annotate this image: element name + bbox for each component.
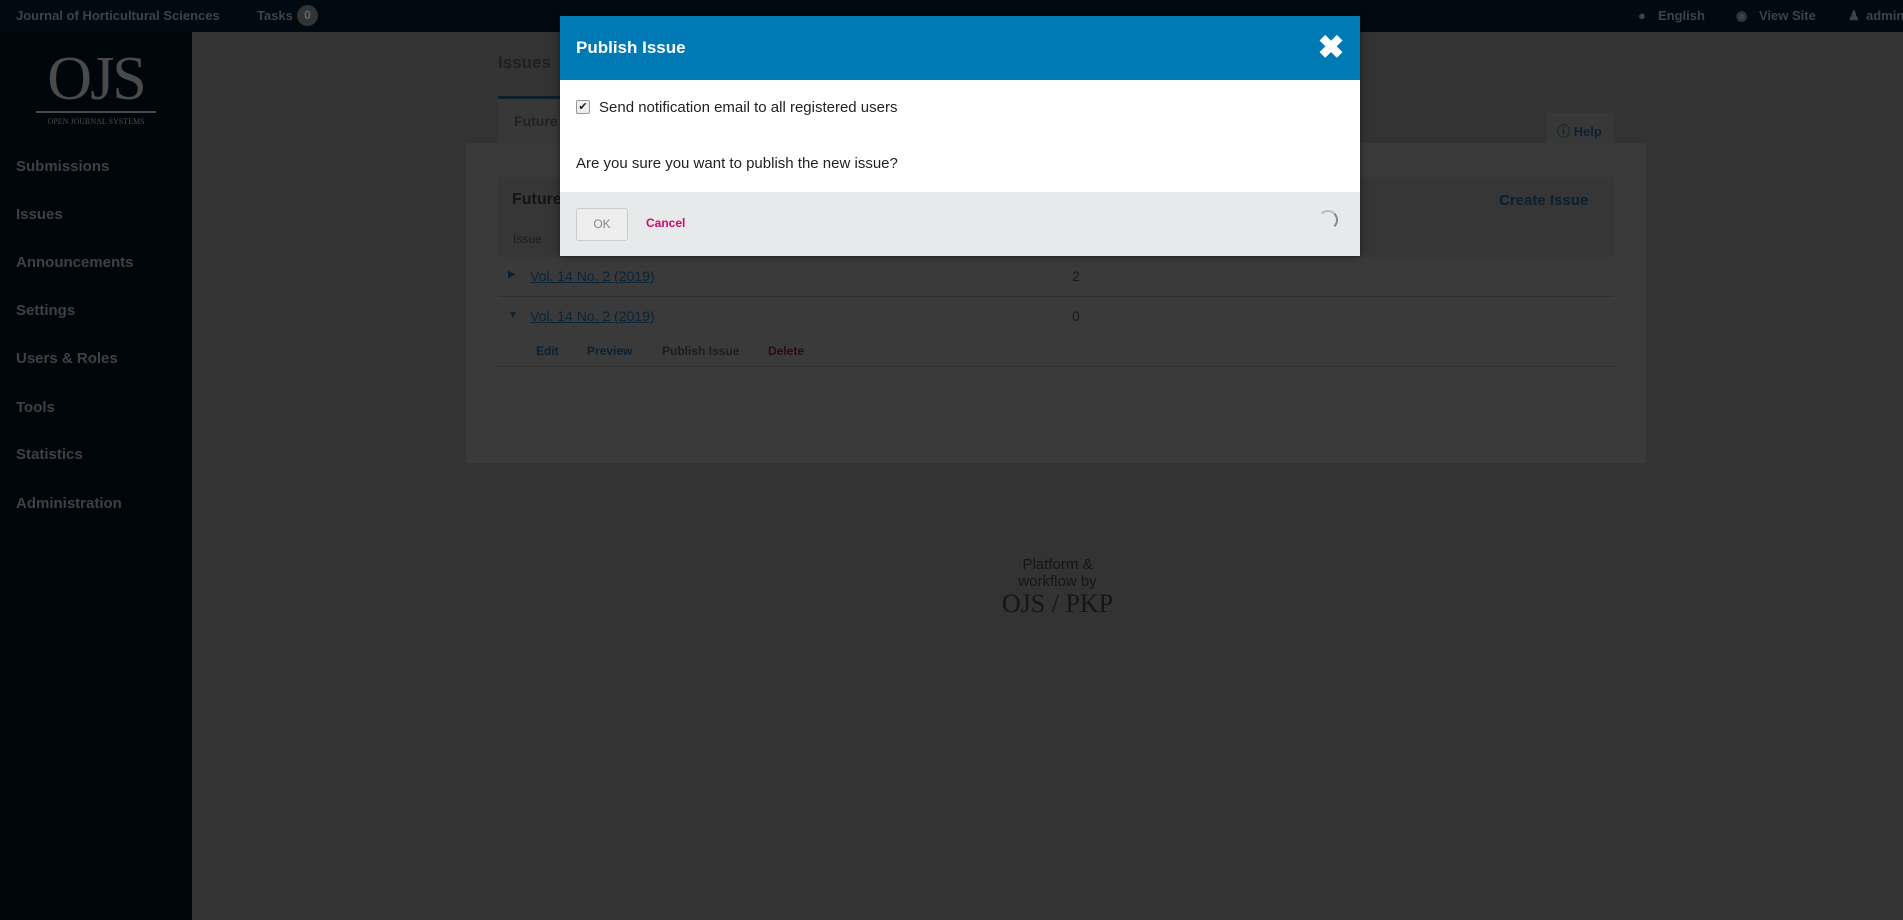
issue-count: 0 (1072, 308, 1080, 324)
sidebar: OJS OPEN JOURNAL SYSTEMS Submissions Iss… (0, 32, 192, 920)
sidebar-item-settings[interactable]: Settings (16, 302, 75, 319)
ok-button[interactable]: OK (576, 208, 628, 241)
preview-action[interactable]: Preview (587, 344, 632, 358)
sidebar-item-statistics[interactable]: Statistics (16, 446, 83, 463)
edit-action[interactable]: Edit (536, 344, 559, 358)
modal-header: Publish Issue ✖ (560, 16, 1360, 80)
table-row: ▶ Vol. 14 No. 2 (2019) 2 (498, 257, 1614, 297)
close-icon[interactable]: ✖ (1316, 30, 1346, 64)
pkp-footer-logo[interactable]: Platform & workflow by OJS / PKP (1000, 556, 1115, 618)
language-link[interactable]: English (1658, 8, 1705, 23)
info-icon: ⓘ (1557, 124, 1574, 139)
user-icon: ♟ (1848, 8, 1860, 23)
grid-title: Future (512, 191, 562, 208)
journal-name-link[interactable]: Journal of Horticultural Sciences (16, 8, 220, 23)
help-button[interactable]: ⓘ Help (1547, 113, 1614, 143)
expand-arrow-icon[interactable]: ▶ (508, 269, 516, 280)
issue-link[interactable]: Vol. 14 No. 2 (2019) (530, 268, 655, 284)
ojs-logo[interactable]: OJS OPEN JOURNAL SYSTEMS (36, 48, 156, 129)
create-issue-button[interactable]: Create Issue (1499, 192, 1588, 209)
eye-icon: ◉ (1736, 8, 1748, 23)
sidebar-item-administration[interactable]: Administration (16, 495, 122, 512)
notify-users-checkbox[interactable]: ✔ (576, 100, 590, 114)
confirm-question: Are you sure you want to publish the new… (576, 155, 898, 172)
tasks-count-badge: 0 (297, 5, 318, 26)
cancel-button[interactable]: Cancel (646, 216, 685, 230)
view-site-link[interactable]: View Site (1759, 8, 1816, 23)
sidebar-item-announcements[interactable]: Announcements (16, 254, 134, 271)
tab-future[interactable]: Future (498, 99, 568, 143)
sidebar-item-tools[interactable]: Tools (16, 399, 55, 416)
sidebar-item-users-roles[interactable]: Users & Roles (16, 350, 118, 367)
modal-title: Publish Issue (576, 38, 686, 57)
modal-footer: OK Cancel (560, 192, 1360, 256)
issue-count: 2 (1072, 268, 1080, 284)
tasks-link[interactable]: Tasks (257, 8, 293, 23)
publish-issue-modal: Publish Issue ✖ ✔ Send notification emai… (560, 16, 1360, 256)
publish-issue-action[interactable]: Publish Issue (662, 344, 739, 358)
sidebar-item-issues[interactable]: Issues (16, 206, 63, 223)
page-title: Issues (498, 53, 551, 72)
column-header-issue: Issue (513, 232, 542, 246)
loading-spinner-icon (1318, 210, 1338, 230)
sidebar-item-submissions[interactable]: Submissions (16, 158, 109, 175)
notify-users-label[interactable]: Send notification email to all registere… (599, 99, 898, 116)
issue-link[interactable]: Vol. 14 No. 2 (2019) (530, 308, 655, 324)
collapse-arrow-icon[interactable]: ▼ (508, 310, 518, 321)
help-label: Help (1573, 124, 1602, 139)
globe-icon: ● (1638, 8, 1646, 23)
delete-action[interactable]: Delete (768, 344, 804, 358)
user-menu-link[interactable]: admin (1866, 8, 1903, 23)
